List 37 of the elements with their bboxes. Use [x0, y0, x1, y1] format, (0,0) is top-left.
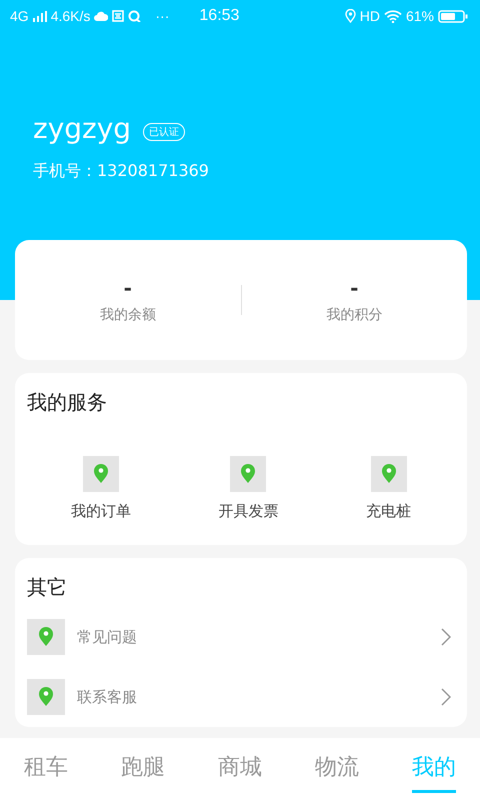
stat-value: -: [350, 276, 358, 300]
chevron-right-icon: [441, 628, 451, 646]
map-pin-icon: [370, 456, 407, 492]
location-icon: [344, 9, 356, 23]
battery-icon: [438, 10, 468, 22]
tab[interactable]: 物流: [315, 746, 359, 792]
tab[interactable]: 商城: [218, 746, 262, 792]
wifi-icon: [384, 10, 402, 22]
map-pin-icon: [27, 679, 65, 715]
network-type: 4G: [10, 8, 29, 24]
network-speed: 4.6K/s: [50, 8, 90, 24]
section-title: 我的服务: [26, 389, 108, 416]
service-item[interactable]: 我的订单: [70, 456, 131, 521]
map-pin-icon: [82, 456, 119, 492]
phone-number: 手机号：13208171369: [33, 161, 210, 182]
signal-icon: [32, 10, 47, 22]
tab[interactable]: 我的: [412, 746, 456, 792]
username: zygzyg: [33, 112, 132, 145]
stat-value: -: [124, 276, 132, 300]
hd-indicator: HD: [360, 8, 380, 24]
service-item[interactable]: 开具发票: [218, 456, 278, 521]
battery-percent: 61%: [406, 8, 434, 24]
menu-row[interactable]: 联系客服: [15, 667, 467, 727]
chevron-right-icon: [441, 688, 451, 706]
map-pin-icon: [230, 456, 266, 492]
stat-label[interactable]: 我的积分: [326, 306, 382, 324]
more-notifications: ···: [155, 8, 170, 24]
verified-badge: 已认证: [143, 122, 186, 140]
service-item[interactable]: 充电桩: [366, 456, 412, 521]
menu-row[interactable]: 常见问题: [15, 607, 467, 667]
tab[interactable]: 跑腿: [121, 746, 165, 792]
stat-label[interactable]: 我的余额: [100, 306, 156, 324]
section-title: 其它: [26, 574, 68, 601]
map-pin-icon: [27, 619, 65, 655]
clock-time: 16:53: [199, 7, 240, 25]
cloud-icon: [94, 11, 108, 21]
tab[interactable]: 租车: [24, 746, 68, 792]
